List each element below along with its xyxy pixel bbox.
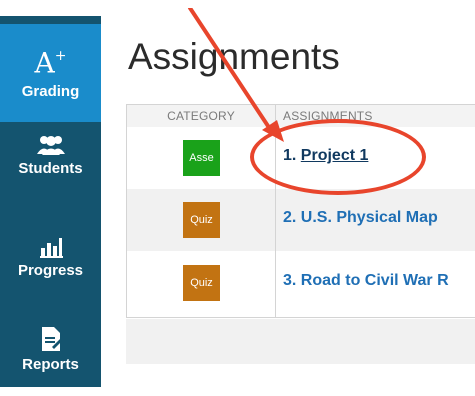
category-badge: Quiz [183,202,220,238]
grading-icon: A+ [34,46,67,80]
table-row: Quiz 3. Road to Civil War R [127,251,475,317]
assignment-link[interactable]: Road to Civil War R [301,272,449,289]
assignment-number: 3. [283,272,297,289]
sidebar-item-reports[interactable]: Reports [0,326,101,396]
assignment-name: 2. U.S. Physical Map [283,209,438,227]
table-footer [126,319,475,364]
app-window: A+ Grading Students Progress Reports Ass… [0,0,475,387]
category-badge: Asse [183,140,220,176]
sidebar-item-students[interactable]: Students [0,134,101,214]
table-row: Quiz 2. U.S. Physical Map [127,189,475,251]
sidebar-item-label: Students [18,160,83,177]
category-badge: Quiz [183,265,220,301]
students-icon [36,136,65,155]
sidebar-item-progress[interactable]: Progress [0,234,101,314]
assignment-link[interactable]: U.S. Physical Map [301,209,438,226]
sidebar-item-label: Grading [21,83,80,101]
column-header-category: CATEGORY [167,109,235,123]
sidebar-item-label: Progress [17,262,84,279]
page-title: Assignments [128,36,340,77]
assignment-number: 2. [283,209,297,226]
assignment-name: 3. Road to Civil War R [283,272,449,290]
reports-icon [41,327,62,351]
highlight-ellipse [250,119,426,195]
sidebar-item-label: Reports [22,356,79,373]
main-content: Assignments CATEGORY ASSIGNMENTS Asse 1.… [101,16,475,387]
sidebar-item-grading[interactable]: A+ Grading [0,24,101,122]
progress-icon [39,238,63,258]
sidebar-nav: A+ Grading Students Progress Reports [0,16,101,387]
